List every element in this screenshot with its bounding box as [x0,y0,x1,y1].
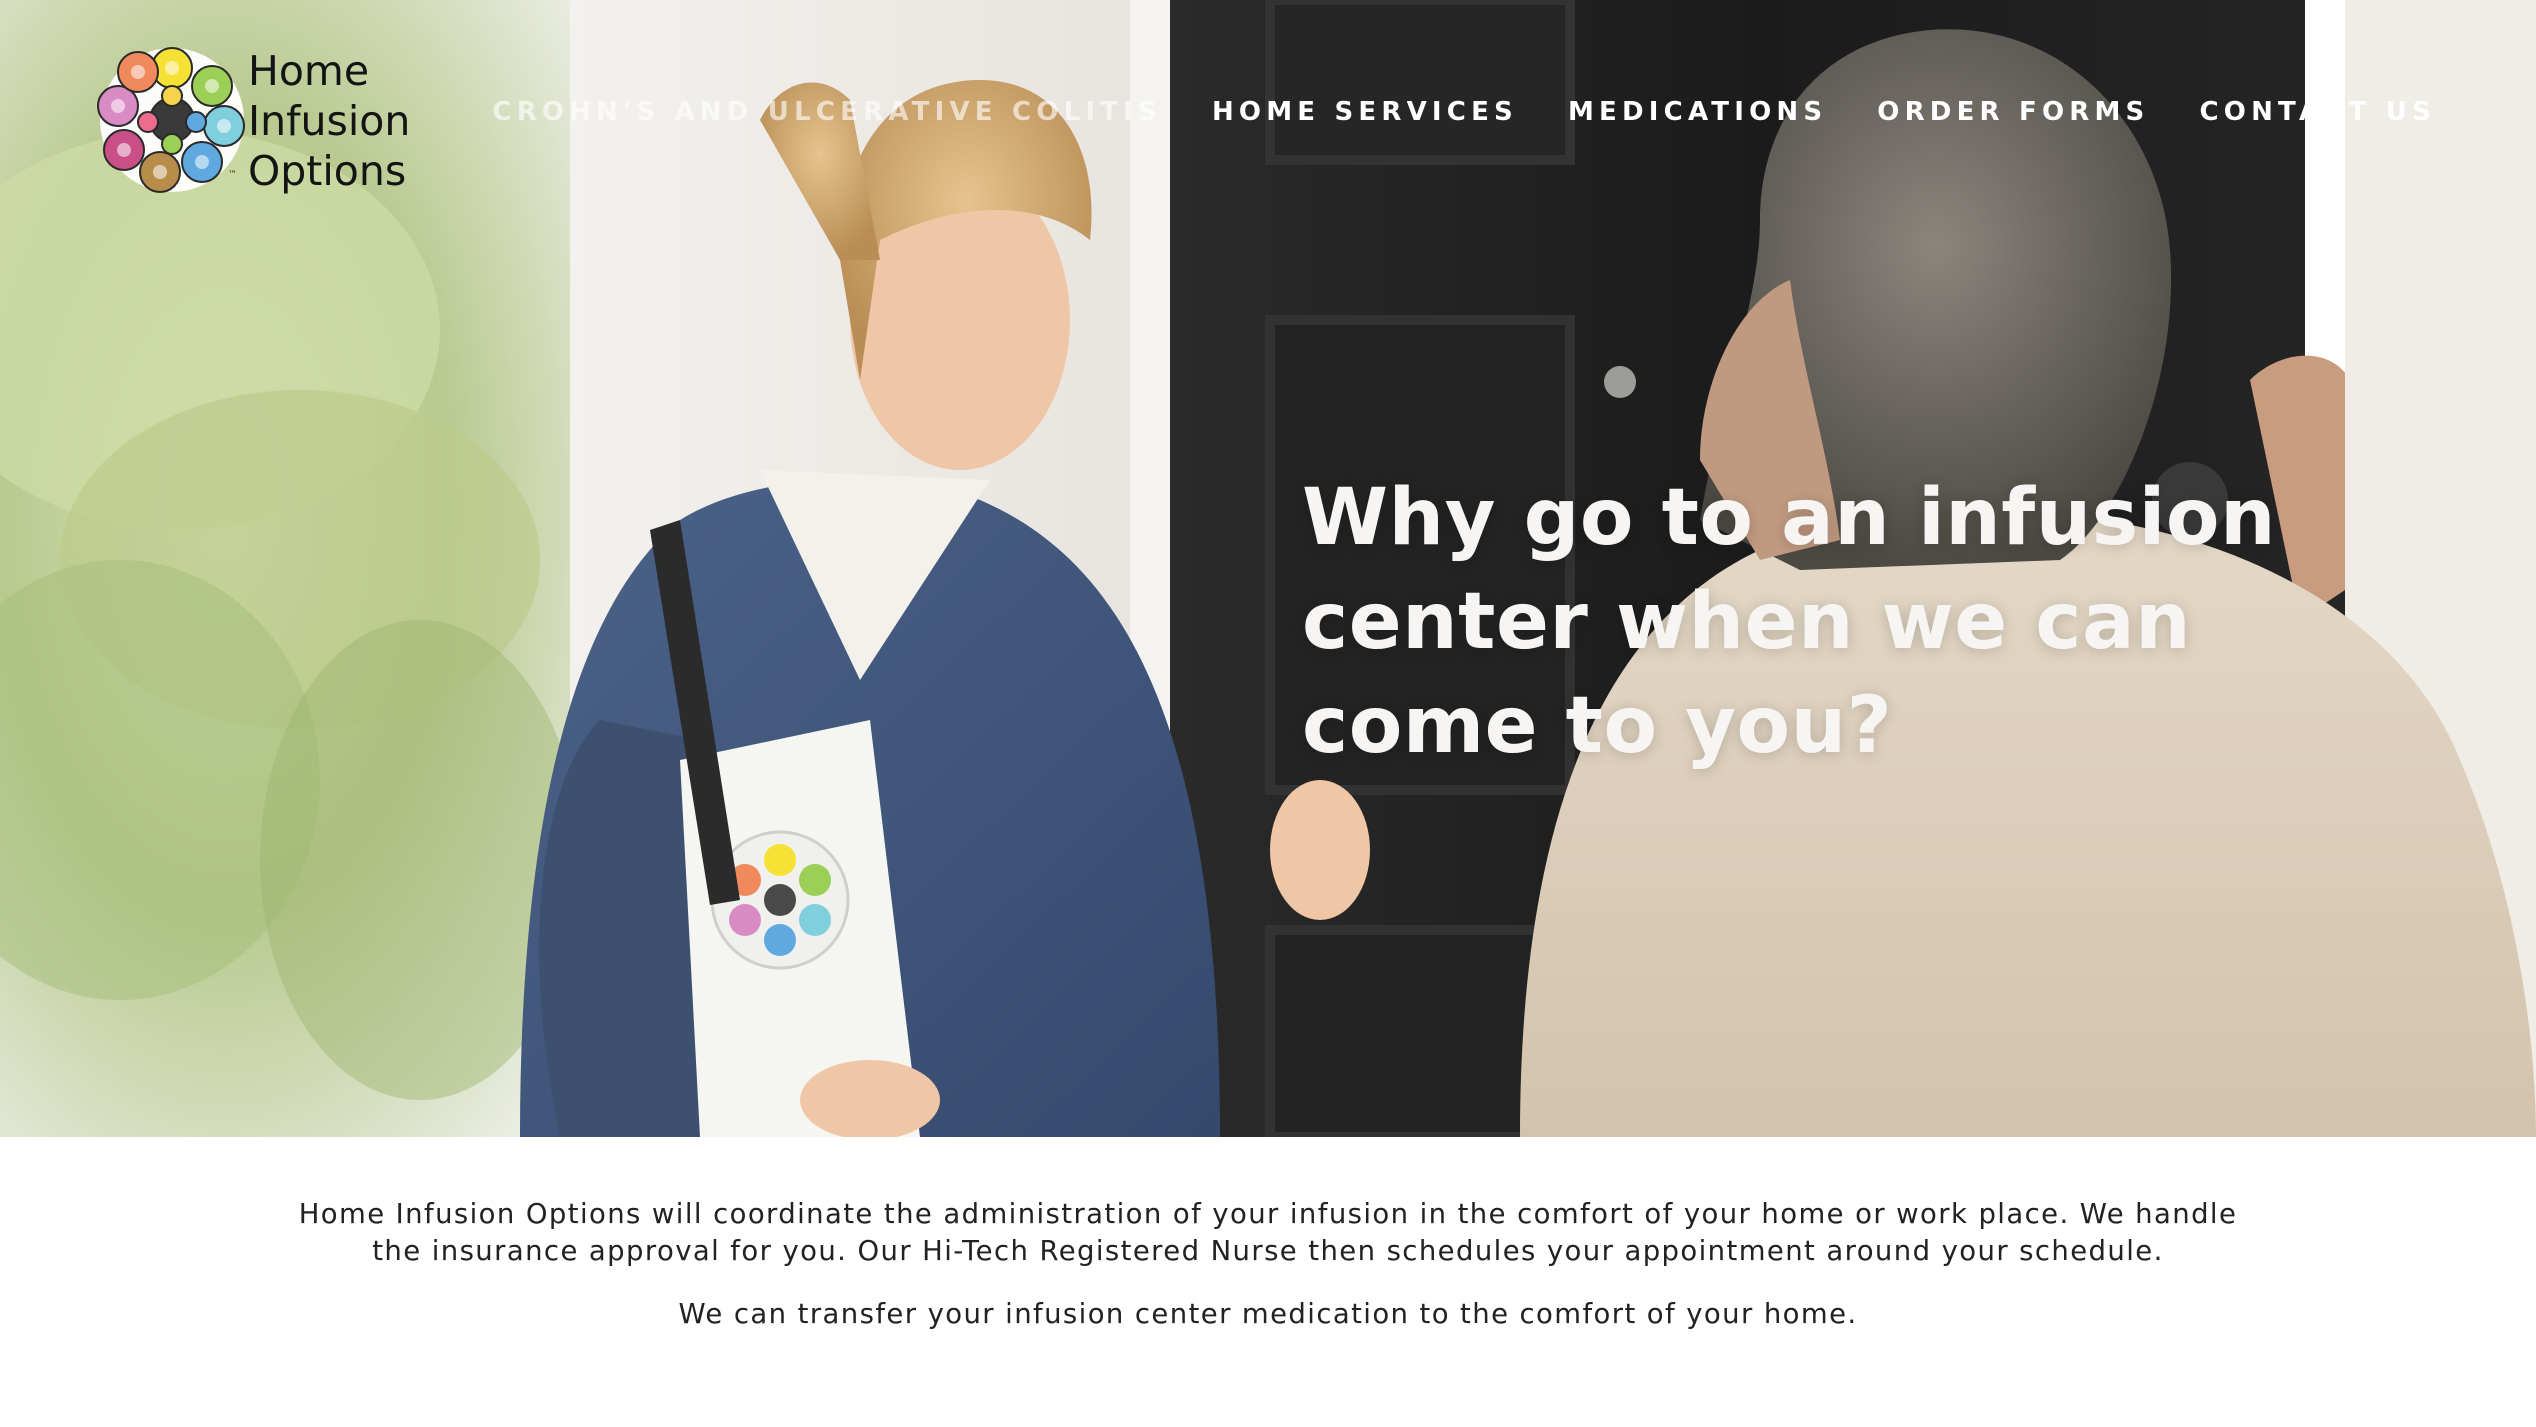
nav-item-home-services[interactable]: HOME SERVICES [1212,95,1518,129]
trademark-symbol: ™ [228,170,237,180]
nav-item-order-forms[interactable]: ORDER FORMS [1877,95,2149,129]
nav-item-crohns-colitis[interactable]: CROHN'S AND ULCERATIVE COLITIS [492,95,1162,129]
brand-logo[interactable]: ™ Home Infusion Options [96,44,410,204]
main-navigation: CROHN'S AND ULCERATIVE COLITIS HOME SERV… [442,95,2436,129]
intro-section: Home Infusion Options will coordinate th… [0,1137,2536,1427]
nav-item-contact-us[interactable]: CONTACT US [2200,95,2437,129]
brand-name-line-1: Home [248,47,370,95]
intro-paragraph: Home Infusion Options will coordinate th… [298,1198,2238,1267]
brand-name-line-2: Infusion [248,97,411,145]
brand-name-line-3: Options [248,147,407,195]
hero-section: ™ Home Infusion Options CROHN'S AND ULCE… [0,0,2536,1137]
hero-headline: Why go to an infusion center when we can… [1302,473,2276,771]
transfer-paragraph: We can transfer your infusion center med… [678,1298,1858,1330]
brand-name: Home Infusion Options [248,46,410,196]
nav-item-medications[interactable]: MEDICATIONS [1568,95,1827,129]
flower-logo-icon: ™ [96,44,248,196]
